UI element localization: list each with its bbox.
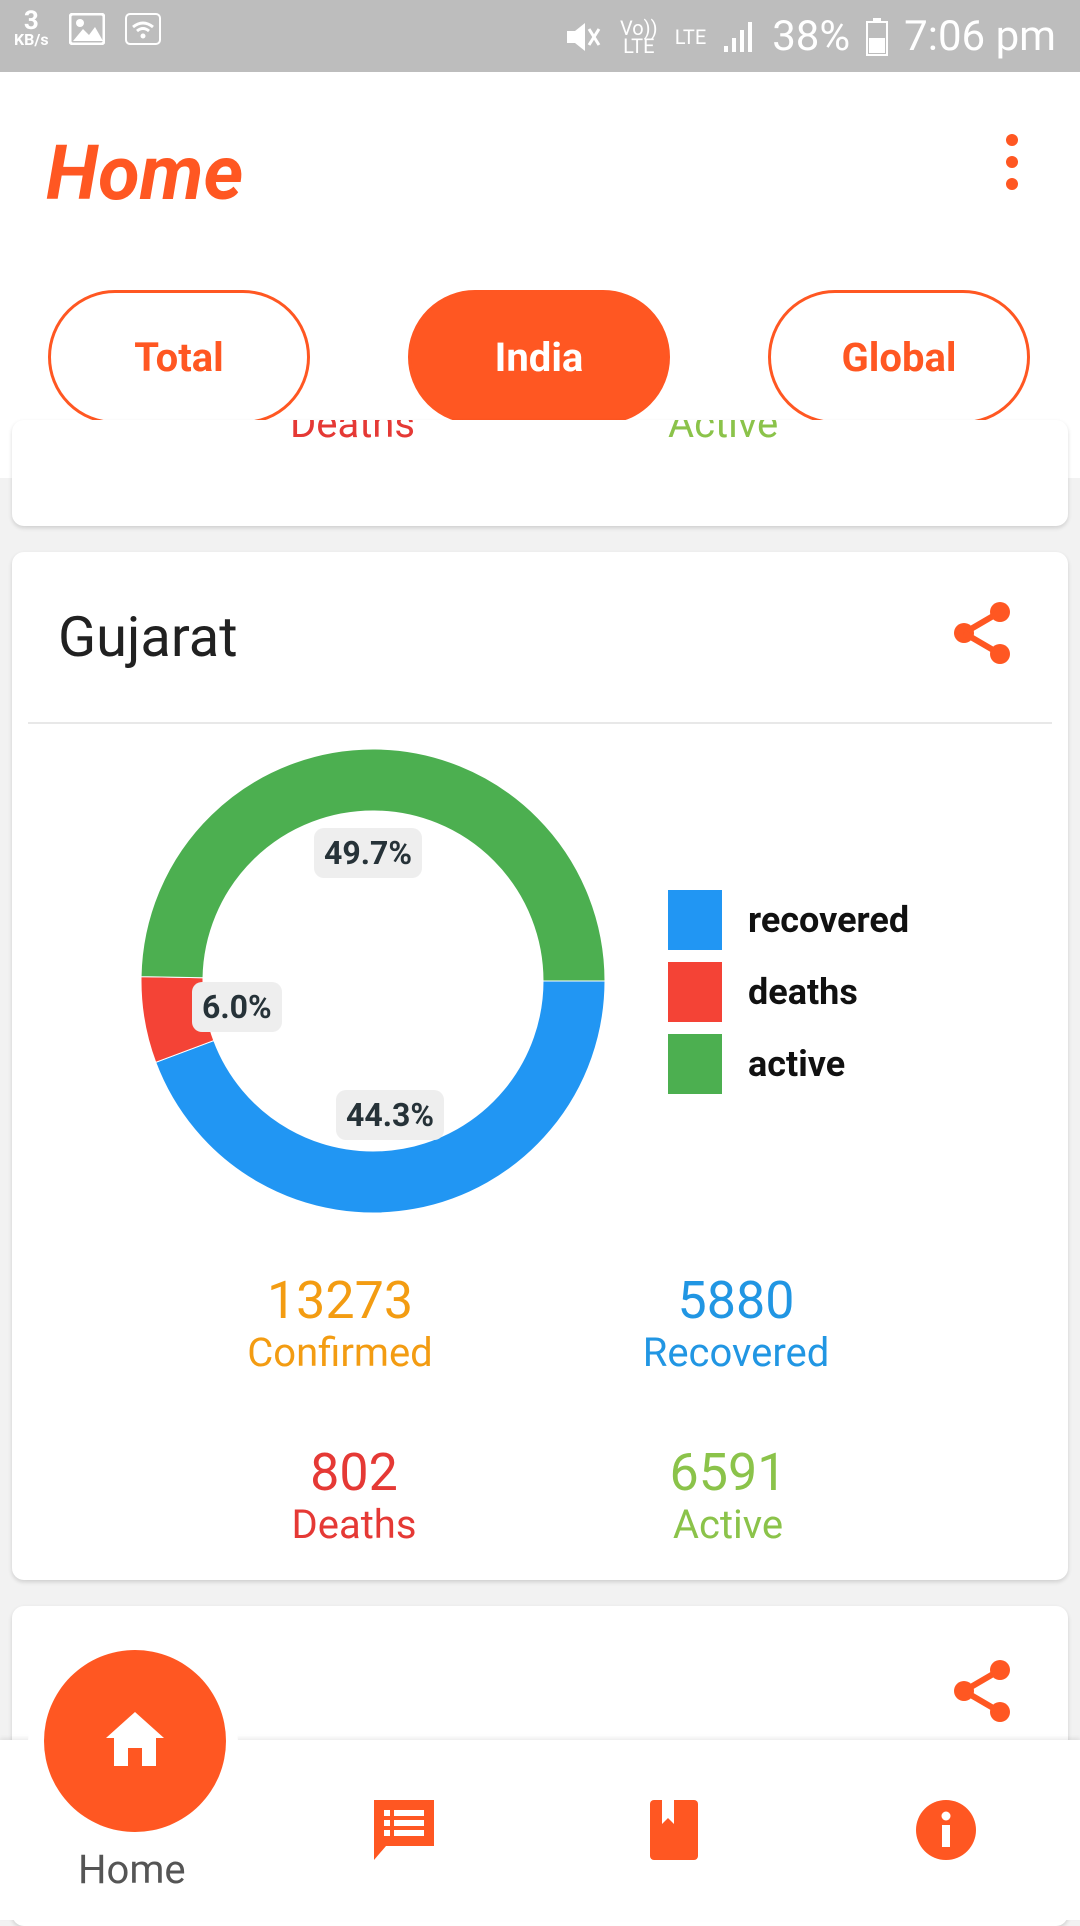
home-fab-button[interactable]	[44, 1650, 226, 1832]
card-divider	[28, 722, 1052, 724]
tab-global[interactable]: Global	[768, 290, 1030, 424]
recovered-count: 5880	[677, 1270, 795, 1331]
battery-percent: 38%	[772, 12, 851, 61]
signal-icon	[724, 21, 753, 52]
stat-active: 6591 Active	[578, 1444, 878, 1548]
pct-label-recovered: 44.3%	[336, 1090, 445, 1140]
deaths-label: Deaths	[291, 1501, 417, 1548]
active-label: Active	[672, 1501, 784, 1548]
chart-legend: recovered deaths active	[668, 884, 909, 1100]
stat-deaths: 802 Deaths	[204, 1444, 504, 1548]
battery-icon	[866, 17, 889, 56]
state-name: Gujarat	[58, 604, 238, 670]
legend-item-deaths: deaths	[668, 956, 909, 1028]
pct-label-active: 49.7%	[314, 828, 423, 878]
region-tabs: Total India Global	[48, 290, 1032, 426]
state-card: Gujarat 49.7% 6.0% 44.3% recovered death…	[12, 552, 1068, 1580]
info-icon[interactable]	[914, 1798, 978, 1862]
recovered-label: Recovered	[642, 1329, 830, 1376]
legend-item-recovered: recovered	[668, 884, 909, 956]
confirmed-label: Confirmed	[247, 1329, 433, 1376]
deaths-count: 802	[310, 1442, 398, 1503]
network-speed-unit: KB/s	[14, 30, 49, 49]
donut-chart	[140, 748, 606, 1214]
legend-swatch-recovered	[668, 890, 722, 950]
share-icon[interactable]	[950, 600, 1016, 666]
overflow-menu-icon[interactable]	[1006, 134, 1018, 200]
lte-indicator: LTE	[674, 24, 707, 49]
legend-swatch-deaths	[668, 962, 722, 1022]
status-bar: 3 KB/s Vo)) LTE LTE 38% 7:06 pm	[0, 0, 1080, 72]
previous-active-label: Active	[668, 420, 779, 447]
page-title: Home	[46, 128, 244, 218]
app-header: Home Total India Global	[0, 72, 1080, 478]
share-icon[interactable]	[950, 1658, 1016, 1724]
tab-total[interactable]: Total	[48, 290, 310, 424]
active-count: 6591	[669, 1442, 787, 1503]
image-icon	[68, 13, 105, 45]
previous-state-card: Deaths Active	[12, 420, 1068, 526]
volte-indicator: Vo)) LTE	[619, 15, 658, 58]
legend-label-deaths: deaths	[748, 971, 858, 1013]
network-speed: 3 KB/s	[14, 8, 49, 49]
legend-label-active: active	[748, 1043, 846, 1085]
book-icon[interactable]	[648, 1798, 700, 1862]
stat-recovered: 5880 Recovered	[586, 1272, 886, 1376]
legend-swatch-active	[668, 1034, 722, 1094]
previous-deaths-label: Deaths	[290, 420, 415, 447]
tab-india[interactable]: India	[408, 290, 670, 424]
clock: 7:06 pm	[904, 12, 1056, 61]
legend-item-active: active	[668, 1028, 909, 1100]
news-icon[interactable]	[372, 1798, 436, 1862]
stat-confirmed: 13273 Confirmed	[190, 1272, 490, 1376]
home-icon	[106, 1712, 164, 1766]
pct-label-deaths: 6.0%	[192, 982, 282, 1032]
mute-icon	[566, 22, 601, 51]
legend-label-recovered: recovered	[748, 899, 910, 941]
wifi-icon	[124, 13, 161, 45]
confirmed-count: 13273	[266, 1270, 414, 1331]
home-nav-label: Home	[78, 1846, 186, 1893]
